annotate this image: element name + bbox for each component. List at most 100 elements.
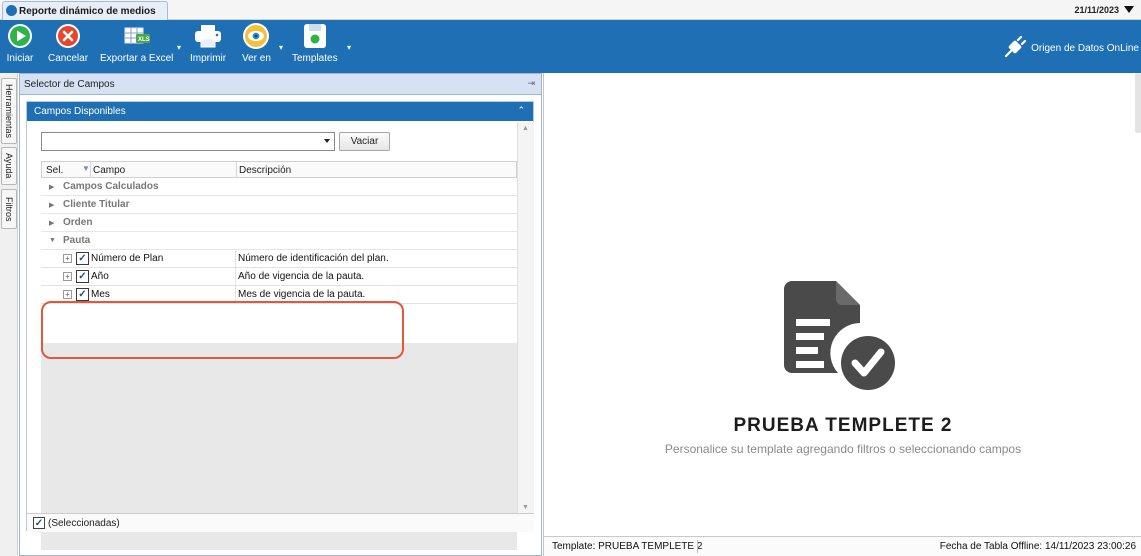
- cell-divider: [235, 268, 236, 286]
- app-icon: [6, 5, 17, 16]
- excel-icon: XLS: [123, 22, 151, 50]
- template-title: PRUEBA TEMPLETE 2: [733, 415, 953, 436]
- table-row[interactable]: + ✓ Año Año de vigencia de la pauta.: [41, 268, 517, 286]
- exportar-dropdown-icon[interactable]: ▾: [177, 43, 181, 52]
- row-checkbox[interactable]: ✓: [76, 270, 89, 283]
- tab-ayuda-label: Ayuda: [4, 153, 14, 179]
- tab-filtros-label: Filtros: [4, 196, 14, 222]
- group-row-orden[interactable]: ▶ Orden: [41, 214, 517, 232]
- template-subtitle: Personalice su template agregando filtro…: [664, 442, 1022, 456]
- tab-filtros[interactable]: Filtros: [1, 189, 17, 229]
- row-campo: Año: [91, 271, 109, 282]
- table-row[interactable]: + ✓ Número de Plan Número de identificac…: [41, 250, 517, 268]
- templates-dropdown-icon[interactable]: ▾: [347, 43, 351, 52]
- tab-ayuda[interactable]: Ayuda: [1, 147, 17, 185]
- highlight-annotation: [41, 301, 404, 359]
- row-checkbox[interactable]: ✓: [76, 288, 89, 301]
- expand-arrow-icon[interactable]: ▶: [49, 183, 54, 191]
- svg-text:XLS: XLS: [138, 37, 150, 43]
- date-dropdown-icon[interactable]: [1124, 6, 1134, 13]
- expand-plus-icon[interactable]: +: [63, 254, 72, 263]
- title-bar: Reporte dinámico de medios 21/11/2023: [0, 0, 1141, 20]
- datasource-button[interactable]: Origen de Datos OnLine: [1001, 35, 1139, 61]
- tab-herramientas-label: Herramientas: [4, 83, 14, 139]
- datasource-label: Origen de Datos OnLine: [1031, 42, 1139, 54]
- exportar-excel-button[interactable]: XLS Exportar a Excel: [100, 22, 173, 64]
- date-label: 21/11/2023: [1074, 5, 1119, 15]
- status-separator: [697, 540, 698, 553]
- template-document-check-icon: [784, 281, 899, 394]
- panel-header: Selector de Campos ⇥: [20, 74, 541, 95]
- status-template: Template: PRUEBA TEMPLETE 2: [552, 541, 703, 552]
- group-row-campos-calculados[interactable]: ▶ Campos Calculados: [41, 178, 517, 196]
- selected-only-label: (Seleccionadas): [48, 517, 120, 529]
- cancel-icon: [54, 22, 82, 50]
- group-row-label: Cliente Titular: [63, 199, 130, 210]
- imprimir-button[interactable]: Imprimir: [190, 22, 226, 64]
- row-campo: Mes: [91, 289, 110, 300]
- printer-icon: [194, 22, 222, 50]
- column-sel[interactable]: Sel.: [46, 165, 63, 176]
- row-campo: Número de Plan: [91, 253, 164, 264]
- templates-button[interactable]: Templates: [292, 22, 338, 64]
- side-tab-strip: Herramientas Ayuda Filtros: [0, 73, 18, 556]
- status-bar: Template: PRUEBA TEMPLETE 2 Fecha de Tab…: [544, 536, 1141, 556]
- column-descripcion[interactable]: Descripción: [239, 165, 291, 176]
- ver-en-label: Ver en: [242, 53, 271, 64]
- ver-en-button[interactable]: Ver en: [242, 22, 271, 64]
- scroll-up-icon[interactable]: ▲: [522, 125, 529, 132]
- document-tab[interactable]: Reporte dinámico de medios: [2, 1, 168, 20]
- group-title: Campos Disponibles: [34, 106, 126, 117]
- group-row-cliente-titular[interactable]: ▶ Cliente Titular: [41, 196, 517, 214]
- pin-icon[interactable]: ⇥: [527, 78, 535, 89]
- group-row-pauta[interactable]: ▼ Pauta: [41, 232, 517, 250]
- iniciar-label: Iniciar: [6, 53, 34, 64]
- cancelar-label: Cancelar: [48, 53, 89, 64]
- document-tab-label: Reporte dinámico de medios: [19, 5, 156, 17]
- expand-arrow-icon[interactable]: ▶: [49, 219, 54, 227]
- field-filter-combo[interactable]: [41, 132, 335, 151]
- expand-arrow-icon[interactable]: ▶: [49, 201, 54, 209]
- grid-header: Sel. ▼ Campo Descripción: [41, 161, 517, 178]
- column-separator: [90, 162, 91, 178]
- expand-plus-icon[interactable]: +: [63, 272, 72, 281]
- row-descripcion: Número de identificación del plan.: [238, 253, 389, 264]
- ver-en-dropdown-icon[interactable]: ▾: [279, 43, 283, 52]
- imprimir-label: Imprimir: [190, 53, 227, 64]
- row-checkbox[interactable]: ✓: [76, 252, 89, 265]
- vertical-scrollbar[interactable]: ▲ ▼: [517, 122, 534, 514]
- fields-grid: Sel. ▼ Campo Descripción ▶ Campos Calcul…: [41, 161, 517, 550]
- row-descripcion: Mes de vigencia de la pauta.: [238, 289, 366, 300]
- cell-divider: [235, 250, 236, 268]
- vaciar-button[interactable]: Vaciar: [339, 132, 390, 151]
- template-preview-panel: PRUEBA TEMPLETE 2 Personalice su templat…: [543, 73, 1141, 556]
- expand-plus-icon[interactable]: +: [63, 290, 72, 299]
- cancelar-button[interactable]: Cancelar: [48, 22, 88, 64]
- templates-label: Templates: [292, 53, 338, 64]
- plug-icon: [1005, 35, 1027, 58]
- group-row-label: Pauta: [63, 235, 91, 246]
- template-icon: [301, 22, 329, 50]
- row-descripcion: Año de vigencia de la pauta.: [238, 271, 365, 282]
- tab-herramientas[interactable]: Herramientas: [1, 78, 17, 144]
- selected-only-checkbox[interactable]: ✓: [33, 517, 45, 529]
- toolbar: Iniciar Cancelar XLS Exportar a Excel ▾ …: [0, 20, 1141, 73]
- column-campo[interactable]: Campo: [93, 165, 125, 176]
- filter-icon[interactable]: ▼: [82, 164, 90, 173]
- scroll-down-icon[interactable]: ▼: [522, 504, 529, 511]
- column-separator: [236, 162, 237, 178]
- exportar-label: Exportar a Excel: [100, 53, 174, 64]
- collapse-chevron-icon[interactable]: ⌃: [517, 105, 525, 116]
- selected-filter-footer: ✓ (Seleccionadas): [27, 513, 534, 532]
- panel-title: Selector de Campos: [24, 78, 115, 90]
- vertical-scrollbar-thumb[interactable]: [1135, 73, 1141, 133]
- eye-icon: [242, 22, 270, 50]
- play-icon: [6, 22, 34, 50]
- iniciar-button[interactable]: Iniciar: [6, 22, 34, 64]
- collapse-arrow-icon[interactable]: ▼: [49, 237, 56, 244]
- group-row-label: Orden: [63, 217, 93, 228]
- group-row-label: Campos Calculados: [63, 181, 159, 192]
- status-offline-date: Fecha de Tabla Offline: 14/11/2023 23:00…: [939, 541, 1136, 552]
- group-header[interactable]: Campos Disponibles ⌃: [27, 102, 533, 121]
- chevron-down-icon[interactable]: [324, 139, 330, 143]
